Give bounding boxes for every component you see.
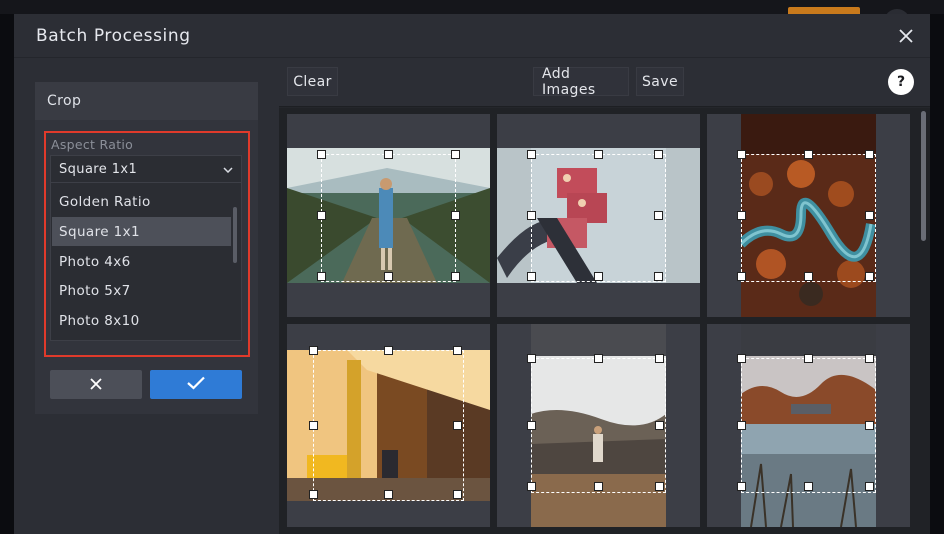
dropdown-scrollbar[interactable] <box>233 207 237 263</box>
grid-scrollbar[interactable] <box>921 111 926 241</box>
crop-handle[interactable] <box>737 421 746 430</box>
crop-handle[interactable] <box>453 421 462 430</box>
crop-handle[interactable] <box>654 272 663 281</box>
crop-handle[interactable] <box>384 150 393 159</box>
image-tile[interactable] <box>497 324 700 527</box>
option-photo-8x10[interactable]: Photo 8x10 <box>52 306 231 335</box>
crop-handle[interactable] <box>527 482 536 491</box>
crop-card: Crop Aspect Ratio Square 1x1 Golden Rati… <box>35 82 258 414</box>
crop-selection[interactable] <box>741 154 876 282</box>
crop-handle[interactable] <box>804 354 813 363</box>
crop-handle[interactable] <box>309 421 318 430</box>
crop-title: Crop <box>35 82 258 120</box>
aspect-ratio-highlight: Aspect Ratio Square 1x1 Golden Ratio Squ… <box>44 131 250 357</box>
save-button[interactable]: Save <box>636 67 684 96</box>
crop-handle[interactable] <box>654 150 663 159</box>
aspect-ratio-select[interactable]: Square 1x1 <box>50 155 242 183</box>
crop-handle[interactable] <box>451 150 460 159</box>
dialog-header: Batch Processing <box>14 14 930 58</box>
close-icon[interactable] <box>896 26 916 46</box>
image-grid <box>279 108 930 534</box>
image-tile[interactable] <box>287 324 490 527</box>
confirm-button[interactable] <box>150 370 242 399</box>
crop-handle[interactable] <box>527 272 536 281</box>
crop-handle[interactable] <box>527 211 536 220</box>
crop-handle[interactable] <box>865 421 874 430</box>
batch-processing-dialog: Batch Processing Crop Aspect Ratio Squar… <box>14 14 930 534</box>
aspect-ratio-label: Aspect Ratio <box>51 137 134 152</box>
crop-selection[interactable] <box>531 358 666 493</box>
crop-selection[interactable] <box>321 154 456 282</box>
image-tile[interactable] <box>707 324 910 527</box>
crop-handle[interactable] <box>655 354 664 363</box>
clear-button[interactable]: Clear <box>287 67 338 96</box>
crop-handle[interactable] <box>655 482 664 491</box>
crop-handle[interactable] <box>384 272 393 281</box>
crop-handle[interactable] <box>594 150 603 159</box>
crop-handle[interactable] <box>594 482 603 491</box>
crop-handle[interactable] <box>594 272 603 281</box>
add-images-button[interactable]: Add Images <box>533 66 629 98</box>
crop-handle[interactable] <box>737 482 746 491</box>
crop-handle[interactable] <box>527 421 536 430</box>
crop-actions <box>50 370 242 399</box>
crop-handle[interactable] <box>737 272 746 281</box>
aspect-ratio-dropdown: Golden Ratio Square 1x1 Photo 4x6 Photo … <box>50 183 242 341</box>
crop-handle[interactable] <box>737 150 746 159</box>
crop-handle[interactable] <box>737 354 746 363</box>
option-square-1x1[interactable]: Square 1x1 <box>52 217 231 246</box>
crop-handle[interactable] <box>384 346 393 355</box>
x-icon <box>90 375 102 394</box>
crop-selection[interactable] <box>741 358 876 493</box>
image-toolbar: Clear Add Images Save ? <box>279 59 930 107</box>
crop-handle[interactable] <box>451 211 460 220</box>
crop-handle[interactable] <box>655 421 664 430</box>
image-tile[interactable] <box>287 114 490 317</box>
crop-handle[interactable] <box>865 272 874 281</box>
cancel-button[interactable] <box>50 370 142 399</box>
image-tile[interactable] <box>497 114 700 317</box>
crop-handle[interactable] <box>527 150 536 159</box>
crop-selection[interactable] <box>313 350 464 501</box>
left-panel: Crop Aspect Ratio Square 1x1 Golden Rati… <box>14 59 279 534</box>
crop-handle[interactable] <box>654 211 663 220</box>
crop-handle[interactable] <box>737 211 746 220</box>
option-photo-5x7[interactable]: Photo 5x7 <box>52 276 231 305</box>
crop-handle[interactable] <box>865 354 874 363</box>
crop-handle[interactable] <box>309 490 318 499</box>
crop-handle[interactable] <box>865 150 874 159</box>
crop-handle[interactable] <box>309 346 318 355</box>
crop-handle[interactable] <box>384 490 393 499</box>
crop-selection[interactable] <box>531 154 666 282</box>
crop-handle[interactable] <box>451 272 460 281</box>
crop-handle[interactable] <box>865 482 874 491</box>
crop-handle[interactable] <box>804 150 813 159</box>
crop-handle[interactable] <box>317 150 326 159</box>
crop-handle[interactable] <box>865 211 874 220</box>
option-golden-ratio[interactable]: Golden Ratio <box>52 187 231 216</box>
dialog-title: Batch Processing <box>36 25 191 46</box>
image-panel: Clear Add Images Save ? <box>279 59 930 534</box>
crop-handle[interactable] <box>594 354 603 363</box>
crop-handle[interactable] <box>317 272 326 281</box>
crop-handle[interactable] <box>317 211 326 220</box>
help-icon[interactable]: ? <box>888 69 914 95</box>
crop-handle[interactable] <box>804 272 813 281</box>
chevron-down-icon <box>223 162 233 177</box>
aspect-ratio-selected-value: Square 1x1 <box>59 161 138 177</box>
crop-handle[interactable] <box>527 354 536 363</box>
checkmark-icon <box>187 375 205 394</box>
image-tile[interactable] <box>707 114 910 317</box>
crop-handle[interactable] <box>453 490 462 499</box>
crop-handle[interactable] <box>804 482 813 491</box>
option-photo-4x6[interactable]: Photo 4x6 <box>52 247 231 276</box>
crop-handle[interactable] <box>453 346 462 355</box>
